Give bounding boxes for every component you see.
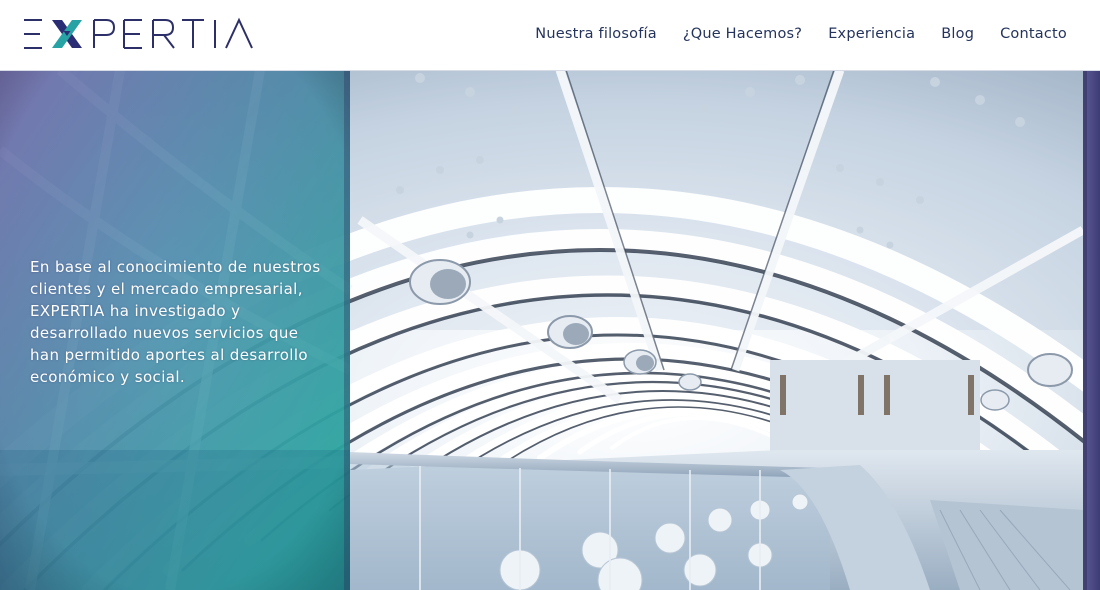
main-nav: Nuestra filosofía ¿Que Hacemos? Experien… [535,26,1067,42]
expertia-logo[interactable] [22,14,272,54]
hero-section: En base al conocimiento de nuestros clie… [0,70,1100,590]
site-header: Nuestra filosofía ¿Que Hacemos? Experien… [0,0,1100,71]
logo-wordmark [24,17,253,49]
nav-que-hacemos[interactable]: ¿Que Hacemos? [683,26,802,42]
nav-contacto[interactable]: Contacto [1000,26,1067,42]
nav-experiencia[interactable]: Experiencia [828,26,915,42]
hero-description: En base al conocimiento de nuestros clie… [30,258,321,386]
nav-blog[interactable]: Blog [941,26,974,42]
page: Nuestra filosofía ¿Que Hacemos? Experien… [0,0,1100,590]
nav-nuestra-filosofia[interactable]: Nuestra filosofía [535,26,657,42]
